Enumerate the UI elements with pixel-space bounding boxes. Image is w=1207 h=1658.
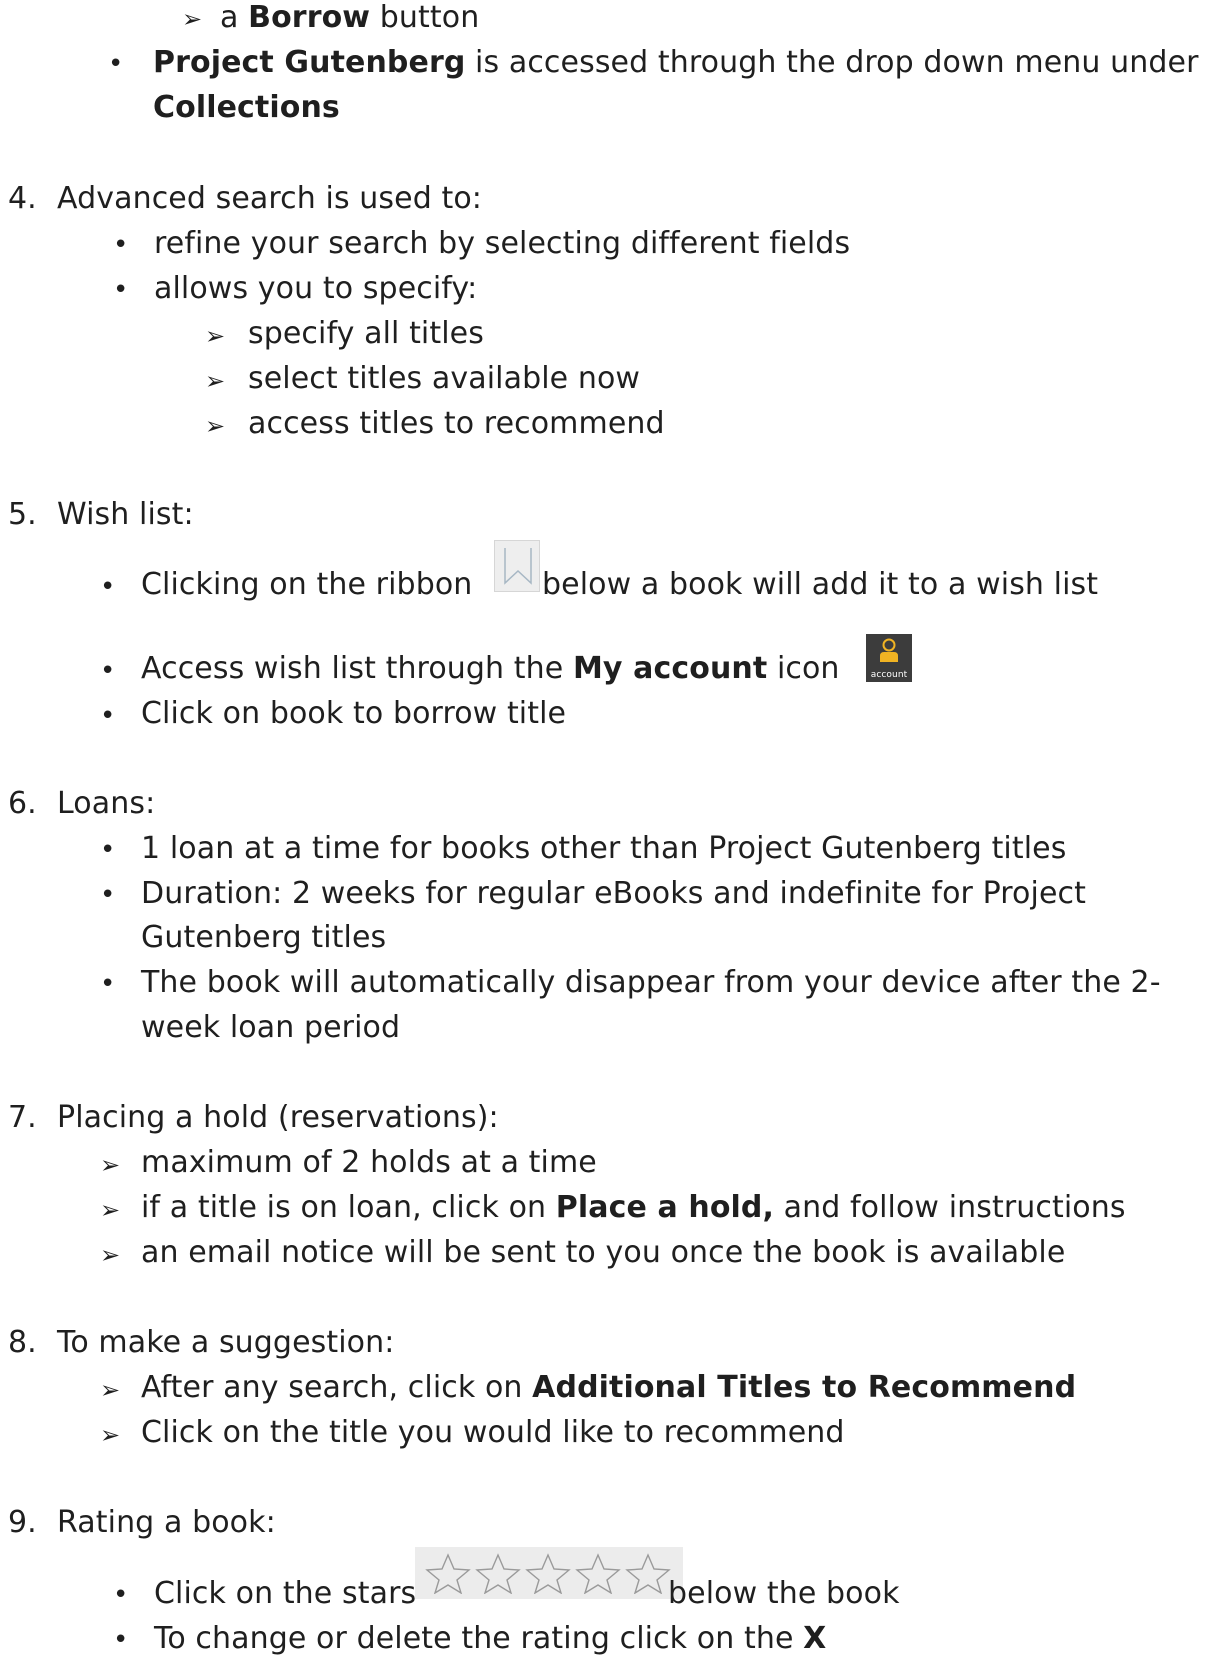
list-subitem: specify all titles <box>248 316 484 351</box>
bookmark-icon <box>504 548 532 585</box>
bullet: • <box>108 49 124 79</box>
bullet: • <box>100 656 116 686</box>
item-number: 9. <box>8 1505 37 1540</box>
person-icon <box>880 638 898 662</box>
account-icon-label: account <box>870 670 908 680</box>
bullet: • <box>100 572 116 602</box>
arrow-bullet: ➢ <box>182 5 203 33</box>
section-heading: Rating a book: <box>57 1505 276 1540</box>
arrow-bullet: ➢ <box>100 1376 121 1404</box>
list-item: Click on the stars <box>154 1576 417 1611</box>
list-subitem: maximum of 2 holds at a time <box>141 1145 597 1180</box>
ribbon-icon[interactable] <box>494 540 540 592</box>
bullet: • <box>113 1580 129 1610</box>
arrow-bullet: ➢ <box>100 1151 121 1179</box>
section-heading: Advanced search is used to: <box>57 181 483 216</box>
section-heading: To make a suggestion: <box>57 1325 395 1360</box>
account-icon[interactable]: account <box>866 634 912 682</box>
list-item-cont: below the book <box>668 1576 900 1611</box>
list-item: 1 loan at a time for books other than Pr… <box>141 831 1067 866</box>
arrow-bullet: ➢ <box>100 1196 121 1224</box>
list-item: refine your search by selecting differen… <box>154 226 851 261</box>
item-number: 5. <box>8 497 37 532</box>
arrow-bullet: ➢ <box>100 1241 121 1269</box>
list-subitem: access titles to recommend <box>248 406 665 441</box>
list-subitem: After any search, click on Additional Ti… <box>141 1370 1077 1405</box>
section-heading: Wish list: <box>57 497 194 532</box>
list-subitem: if a title is on loan, click on Place a … <box>141 1190 1126 1225</box>
list-subitem: select titles available now <box>248 361 641 396</box>
list-subitem: Click on the title you would like to rec… <box>141 1415 845 1450</box>
list-item: Duration: 2 weeks for regular eBooks and… <box>141 876 1086 911</box>
list-item: Access wish list through the icon My acc… <box>141 651 840 686</box>
item-number: 7. <box>8 1100 37 1135</box>
list-item-cont: week loan period <box>141 1010 401 1045</box>
gutenberg-line: Project Gutenberg is accessed through th… <box>153 45 1199 80</box>
item-number: 4. <box>8 181 37 216</box>
bullet: • <box>113 275 129 305</box>
list-item-cont: below a book will add it to a wish list <box>542 567 1099 602</box>
list-item: Click on book to borrow title <box>141 696 567 731</box>
section-heading: Loans: <box>57 786 156 821</box>
section-heading: Placing a hold (reservations): <box>57 1100 499 1135</box>
bullet: • <box>113 1625 129 1655</box>
arrow-bullet: ➢ <box>205 322 226 350</box>
item-number: 6. <box>8 786 37 821</box>
bullet: • <box>100 880 116 910</box>
list-item-cont: Gutenberg titles <box>141 920 387 955</box>
list-item: allows you to specify: <box>154 271 478 306</box>
bullet: • <box>100 835 116 865</box>
collections-line: Collections <box>153 90 340 125</box>
bullet: • <box>100 969 116 999</box>
star-rating-icon <box>425 1553 671 1594</box>
borrow-line: a Borrow button <box>220 0 480 35</box>
bullet: • <box>100 701 116 731</box>
arrow-bullet: ➢ <box>205 412 226 440</box>
bullet: • <box>113 230 129 260</box>
arrow-bullet: ➢ <box>205 367 226 395</box>
list-subitem: an email notice will be sent to you once… <box>141 1235 1066 1270</box>
list-item: Clicking on the ribbon <box>141 567 473 602</box>
list-item: The book will automatically disappear fr… <box>141 965 1161 1000</box>
item-number: 8. <box>8 1325 37 1360</box>
rating-stars[interactable] <box>415 1547 683 1599</box>
arrow-bullet: ➢ <box>100 1421 121 1449</box>
